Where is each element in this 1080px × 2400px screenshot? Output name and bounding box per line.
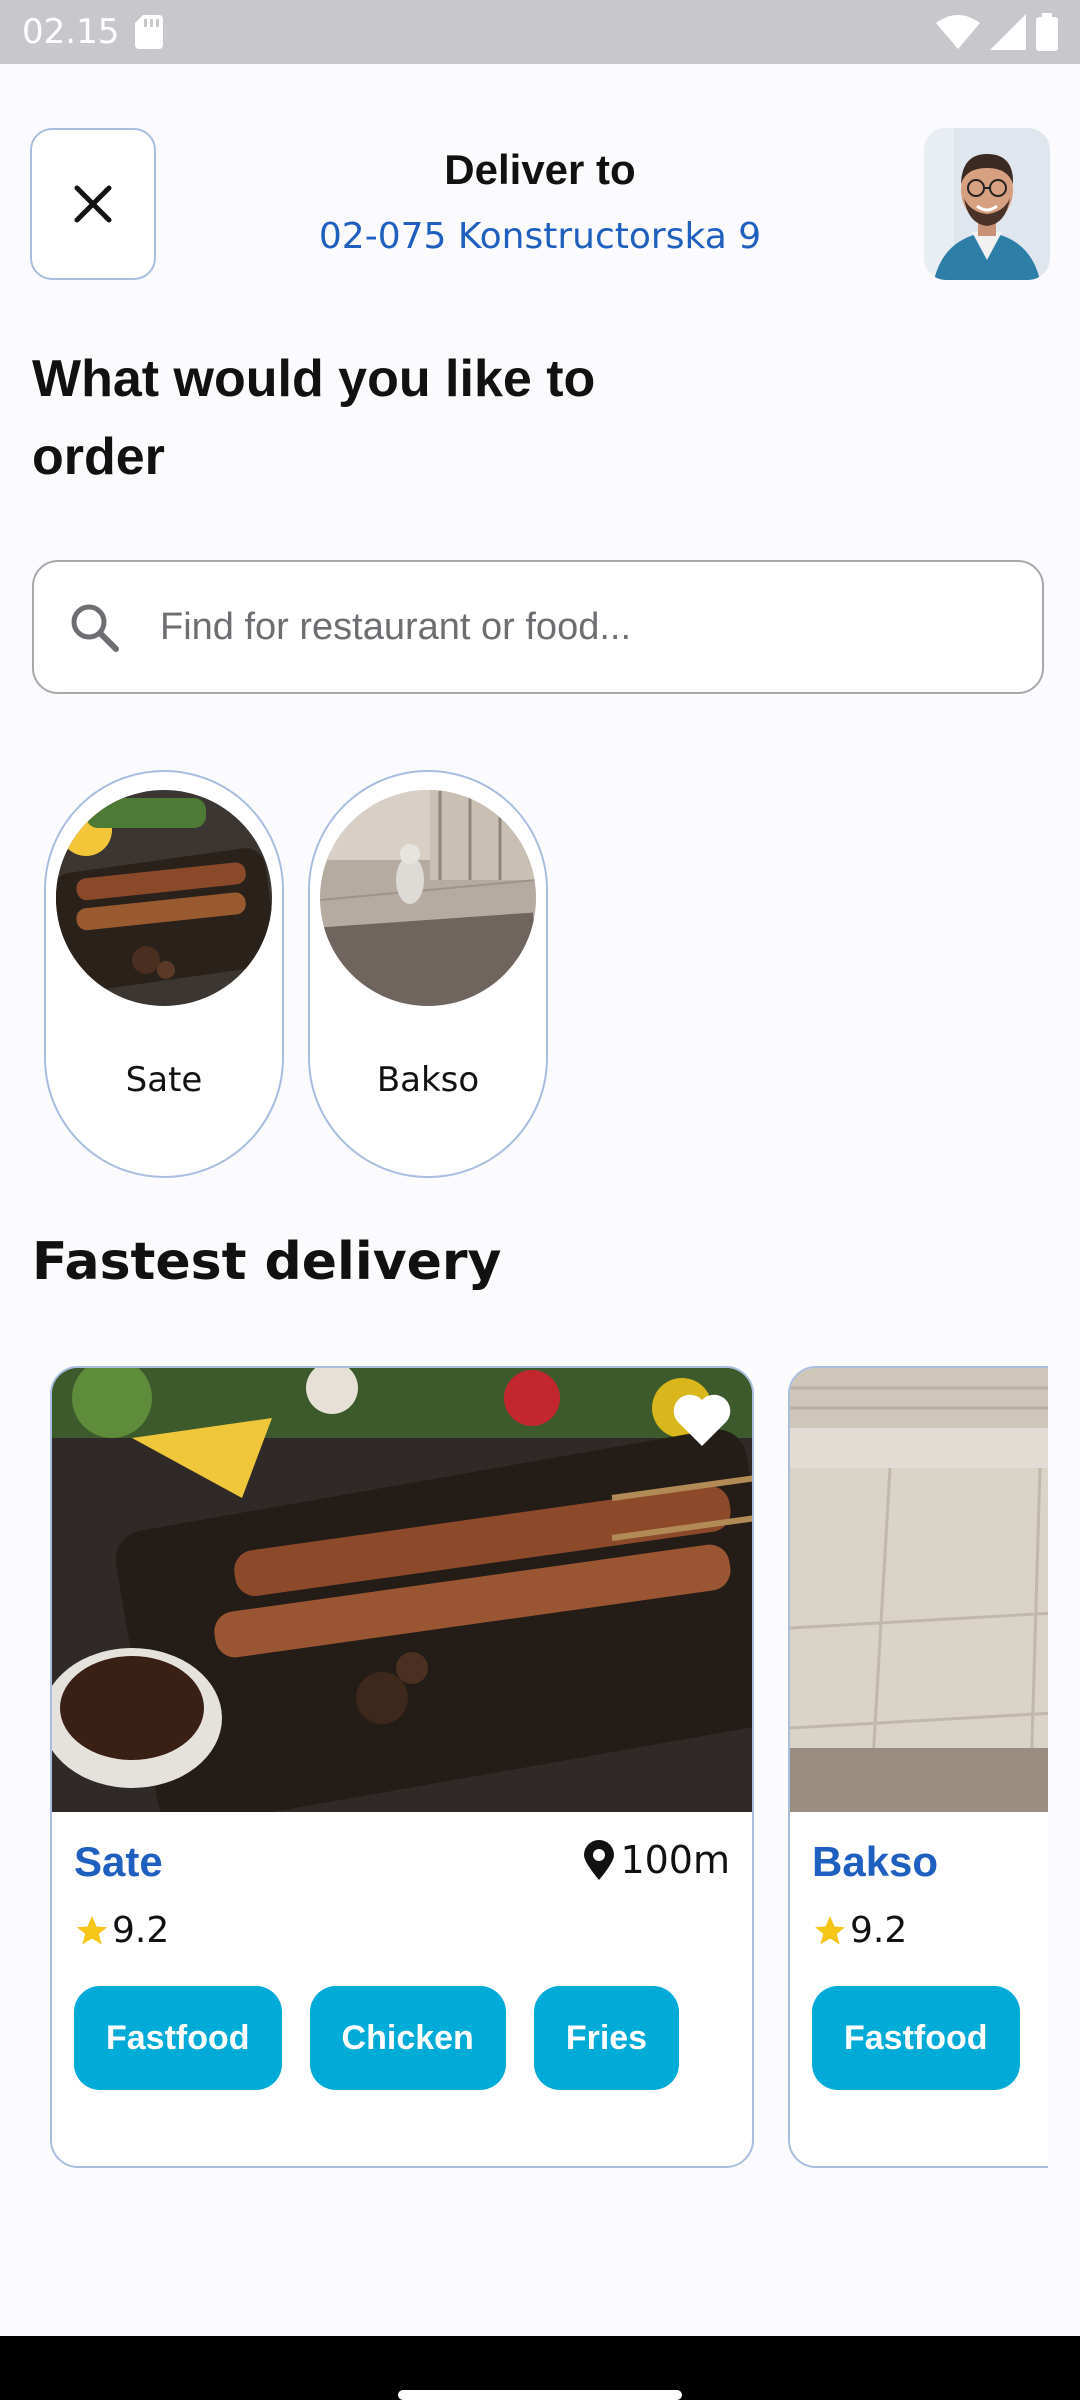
category-sate-image xyxy=(56,790,272,1006)
category-sate[interactable]: Sate xyxy=(44,770,284,1178)
category-label: Bakso xyxy=(376,1060,480,1100)
delivery-address[interactable]: 02-075 Konstructorska 9 xyxy=(0,216,1080,257)
distance: 100m xyxy=(584,1838,730,1882)
rating-value: 9.2 xyxy=(112,1910,170,1951)
tag-fastfood[interactable]: Fastfood xyxy=(74,1986,282,2090)
tag-chicken[interactable]: Chicken xyxy=(309,1986,506,2090)
distance-value: 100m xyxy=(620,1838,730,1882)
star-icon xyxy=(77,1915,107,1944)
restaurant-card-bakso[interactable]: Bakso 9.2 Fastfood xyxy=(788,1366,1048,2168)
deliver-to[interactable]: Deliver to 02-075 Konstructorska 9 xyxy=(0,146,1080,257)
category-label: Sate xyxy=(125,1060,203,1100)
battery-icon xyxy=(1036,13,1058,51)
category-bakso-image xyxy=(320,790,536,1006)
sd-card-icon xyxy=(135,15,164,49)
rating-value: 9.2 xyxy=(850,1910,908,1951)
search-icon xyxy=(71,604,119,652)
restaurant-name[interactable]: Sate xyxy=(74,1838,163,1886)
category-bakso[interactable]: Bakso xyxy=(308,770,548,1178)
tag-list: Fastfood Chicken Fries xyxy=(74,1986,680,2090)
page-title: What would you like to order xyxy=(32,350,596,486)
rating: 9.2 xyxy=(74,1910,169,1951)
tag-fries[interactable]: Fries xyxy=(533,1986,680,2090)
favorite-heart-icon[interactable] xyxy=(670,1388,734,1452)
signal-icon xyxy=(990,14,1026,50)
restaurant-image xyxy=(52,1368,752,1812)
restaurant-card-sate[interactable]: Sate 100m 9.2 Fastfood Chicken Fries xyxy=(50,1366,754,2168)
tag-list: Fastfood xyxy=(812,1986,1020,2090)
status-bar: 02.15 xyxy=(0,0,1080,64)
restaurant-image xyxy=(790,1368,1048,1812)
location-pin-icon xyxy=(584,1840,615,1880)
avatar-image xyxy=(924,128,1050,280)
wifi-icon xyxy=(936,15,980,49)
status-time: 02.15 xyxy=(22,12,120,52)
restaurant-name[interactable]: Bakso xyxy=(812,1838,938,1886)
fastest-delivery-carousel[interactable]: Sate 100m 9.2 Fastfood Chicken Fries Bak… xyxy=(0,1366,1048,2172)
rating: 9.2 xyxy=(812,1910,907,1951)
star-icon xyxy=(815,1915,845,1944)
section-title: Fastest delivery xyxy=(32,1232,502,1292)
search-box[interactable] xyxy=(32,560,1044,694)
search-input[interactable] xyxy=(160,605,980,649)
home-indicator[interactable] xyxy=(398,2390,682,2400)
avatar[interactable] xyxy=(924,128,1050,280)
deliver-title: Deliver to xyxy=(444,146,636,193)
tag-fastfood[interactable]: Fastfood xyxy=(812,1986,1020,2090)
